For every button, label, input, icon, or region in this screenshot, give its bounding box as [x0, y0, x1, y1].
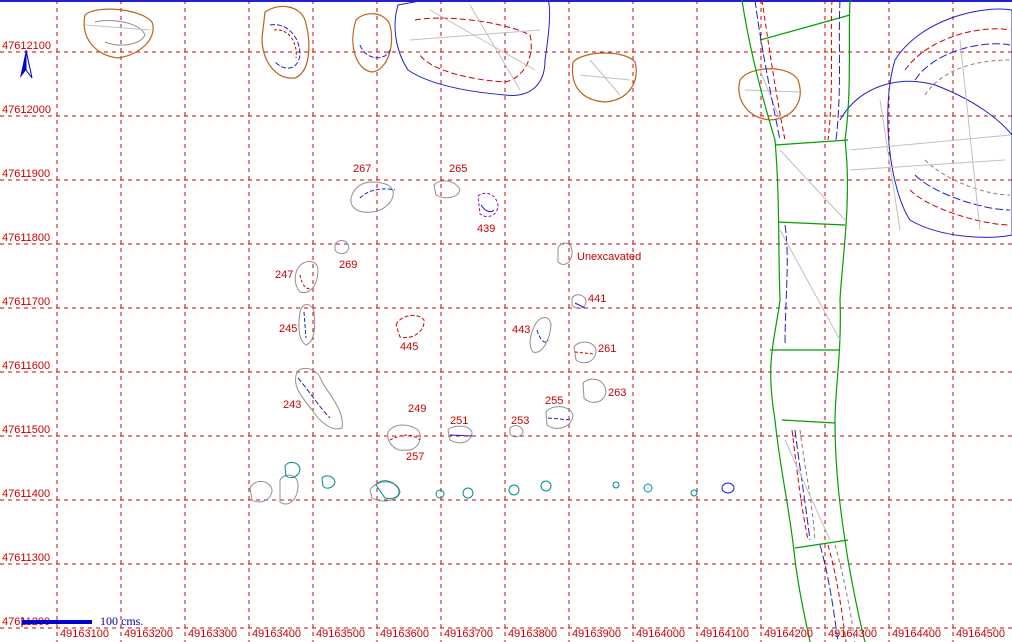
y-tick-label: 47611700 [2, 296, 50, 308]
x-tick-label: 49164400 [892, 628, 941, 640]
feature-label: 245 [279, 323, 297, 335]
y-tick-label: 47611400 [2, 488, 50, 500]
scale-bar-label: 100 cms. [100, 614, 143, 628]
x-tick-label: 49164200 [764, 628, 813, 640]
x-tick-label: 49163400 [252, 628, 301, 640]
y-tick-label: 47611300 [2, 552, 50, 564]
feature-label: 443 [512, 324, 530, 336]
feature-label: 253 [511, 415, 529, 427]
x-tick-label: 49164100 [700, 628, 749, 640]
x-tick-label: 49163500 [316, 628, 365, 640]
feature-label: 445 [400, 341, 418, 353]
x-tick-label: 49163300 [188, 628, 237, 640]
x-tick-label: 49163700 [444, 628, 493, 640]
y-tick-label: 47612000 [2, 104, 51, 116]
feature-label: Unexcavated [577, 251, 641, 263]
scale-bar-rule [22, 620, 92, 624]
y-tick-label: 47611500 [2, 424, 50, 436]
excavation-map[interactable]: 267 265 439 Unexcavated 269 247 441 245 … [0, 0, 1012, 642]
feature-label: 267 [353, 163, 371, 175]
feature-label: 261 [598, 343, 616, 355]
feature-label: 249 [408, 403, 426, 415]
feature-label: 269 [339, 259, 357, 271]
x-tick-label: 49163800 [508, 628, 557, 640]
feature-label: 265 [449, 163, 467, 175]
x-tick-label: 49164500 [956, 628, 1005, 640]
feature-label: 255 [545, 395, 563, 407]
feature-label: 251 [450, 415, 468, 427]
y-tick-label: 47611900 [2, 168, 50, 180]
x-tick-label: 49163900 [572, 628, 621, 640]
feature-label: 247 [275, 269, 293, 281]
y-tick-label: 47611600 [2, 360, 50, 372]
feature-label: 263 [608, 387, 626, 399]
x-tick-label: 49164300 [828, 628, 877, 640]
x-tick-label: 49163600 [380, 628, 429, 640]
x-tick-label: 49163200 [124, 628, 173, 640]
feature-label: 441 [588, 293, 606, 305]
y-tick-label: 47611800 [2, 232, 50, 244]
feature-label: 257 [406, 451, 424, 463]
x-axis-labels: 49163100 49163200 49163300 49163400 4916… [60, 628, 1005, 640]
feature-label: 243 [283, 399, 301, 411]
x-tick-label: 49164000 [636, 628, 685, 640]
feature-label: 439 [477, 223, 495, 235]
x-tick-label: 49163100 [60, 628, 109, 640]
